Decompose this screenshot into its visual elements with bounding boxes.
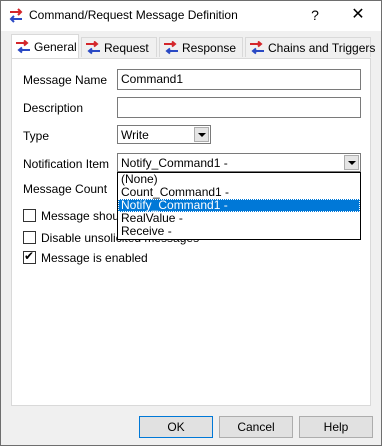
help-button[interactable]: Help <box>299 416 373 438</box>
notification-item-label: Notification Item <box>23 157 110 171</box>
type-label: Type <box>23 129 50 143</box>
message-name-input[interactable]: Command1 <box>117 69 361 90</box>
message-should-label: Message should <box>41 209 129 223</box>
type-select-value: Write <box>121 128 149 142</box>
disable-unsolicited-checkbox[interactable] <box>23 231 36 244</box>
help-title-button[interactable]: ? <box>297 1 333 31</box>
dialog-window: Command/Request Message Definition ? ✕ G… <box>0 0 382 446</box>
type-select[interactable]: Write <box>117 125 211 144</box>
cancel-button[interactable]: Cancel <box>219 416 293 438</box>
tab-general-label: General <box>34 40 77 54</box>
chevron-down-icon[interactable] <box>344 155 359 170</box>
tab-request[interactable]: Request <box>81 37 157 57</box>
message-exchange-icon <box>164 41 178 55</box>
message-exchange-icon <box>86 41 100 55</box>
title-bar[interactable]: Command/Request Message Definition ? ✕ <box>1 1 381 31</box>
ok-button[interactable]: OK <box>139 416 213 438</box>
message-enabled-label: Message is enabled <box>41 251 148 265</box>
notification-item-dropdown-list: (None) Count_Command1 - Notify_Command1 … <box>117 172 361 240</box>
message-enabled-checkbox[interactable] <box>23 249 36 264</box>
tab-general[interactable]: General <box>11 34 79 58</box>
notification-item-value: Notify_Command1 - <box>121 156 228 170</box>
tab-chains-and-triggers-label: Chains and Triggers <box>268 41 376 55</box>
message-exchange-icon <box>9 8 23 23</box>
message-name-label: Message Name <box>23 73 108 87</box>
message-exchange-icon <box>16 40 30 54</box>
notification-item-select[interactable]: Notify_Command1 - <box>117 153 361 172</box>
tab-request-label: Request <box>104 41 149 55</box>
tab-response[interactable]: Response <box>159 37 243 57</box>
description-label: Description <box>23 101 84 115</box>
description-input[interactable] <box>117 97 361 118</box>
dropdown-option[interactable]: Receive - <box>118 225 360 238</box>
chevron-down-icon[interactable] <box>194 127 209 142</box>
tab-response-label: Response <box>182 41 237 55</box>
message-count-label: Message Count <box>23 182 108 196</box>
close-button[interactable]: ✕ <box>335 1 381 31</box>
window-title: Command/Request Message Definition <box>29 8 238 22</box>
message-should-checkbox[interactable] <box>23 209 36 222</box>
message-exchange-icon <box>250 41 264 55</box>
tab-chains-and-triggers[interactable]: Chains and Triggers <box>245 37 375 57</box>
